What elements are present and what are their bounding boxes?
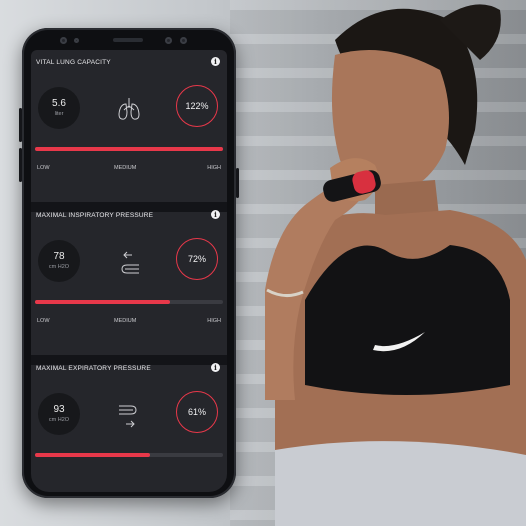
metric-title: MAXIMAL EXPIRATORY PRESSURE	[36, 365, 151, 372]
sensor-icon	[74, 38, 79, 43]
progress-track	[35, 147, 223, 151]
progress-track	[35, 453, 223, 457]
earpiece-speaker	[113, 38, 143, 42]
smartphone: VITAL LUNG CAPACITY i 5.6 liter 122% LOW…	[19, 28, 239, 498]
metric-unit: liter	[54, 111, 64, 117]
metric-title: VITAL LUNG CAPACITY	[36, 59, 111, 66]
front-camera-icon	[60, 37, 67, 44]
power-button	[236, 168, 239, 198]
metric-unit: cm H2O	[48, 264, 70, 270]
app-screen: VITAL LUNG CAPACITY i 5.6 liter 122% LOW…	[31, 50, 227, 492]
volume-button	[19, 108, 22, 142]
inhale-arrow-icon	[121, 251, 139, 274]
lungs-icon	[118, 98, 140, 120]
percent-ring: 122%	[176, 85, 218, 127]
value-circle: 93 cm H2O	[38, 393, 80, 435]
info-icon[interactable]: i	[211, 363, 220, 372]
metric-value: 5.6	[52, 98, 66, 109]
volume-button-lower	[19, 148, 22, 182]
iris-sensor-icon	[165, 37, 172, 44]
percent-ring: 72%	[176, 238, 218, 280]
progress-track	[35, 300, 223, 304]
value-circle: 5.6 liter	[38, 87, 80, 129]
scale-high-label: HIGH	[207, 318, 221, 324]
scale-low-label: LOW	[37, 165, 50, 171]
metric-title: MAXIMAL INSPIRATORY PRESSURE	[36, 212, 154, 219]
progress-fill	[35, 147, 223, 151]
metric-value: 78	[53, 251, 65, 262]
progress-fill	[35, 453, 150, 457]
exhale-arrow-icon	[119, 405, 137, 428]
metric-unit: cm H2O	[48, 417, 70, 423]
info-icon[interactable]: i	[211, 57, 220, 66]
scale-medium-label: MEDIUM	[114, 165, 137, 171]
scale-high-label: HIGH	[207, 165, 221, 171]
metric-card-vital-lung-capacity[interactable]: VITAL LUNG CAPACITY i 5.6 liter 122% LOW…	[31, 50, 227, 180]
metric-card-max-expiratory-pressure[interactable]: MAXIMAL EXPIRATORY PRESSURE i 93 cm H2O …	[31, 356, 227, 486]
scale-medium-label: MEDIUM	[114, 318, 137, 324]
percent-ring: 61%	[176, 391, 218, 433]
metric-card-max-inspiratory-pressure[interactable]: MAXIMAL INSPIRATORY PRESSURE i 78 cm H2O…	[31, 203, 227, 333]
metric-value: 93	[53, 404, 65, 415]
proximity-sensor-icon	[180, 37, 187, 44]
scale-low-label: LOW	[37, 318, 50, 324]
info-icon[interactable]: i	[211, 210, 220, 219]
progress-fill	[35, 300, 171, 304]
value-circle: 78 cm H2O	[38, 240, 80, 282]
athlete-photo	[265, 4, 526, 526]
